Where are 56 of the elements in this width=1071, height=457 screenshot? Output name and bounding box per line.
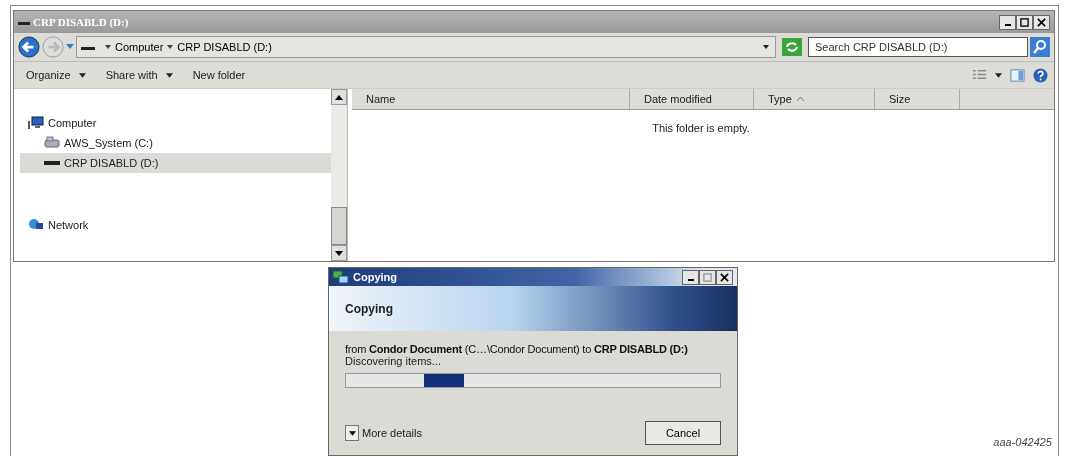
toolbar-button[interactable]: Organize <box>20 67 92 83</box>
drive-icon <box>44 161 60 165</box>
minimize-button[interactable] <box>999 14 1016 30</box>
more-details-button[interactable]: More details <box>345 425 422 441</box>
scroll-thumb[interactable] <box>331 207 347 245</box>
copy-description: from Condor Document (C…\Condor Document) to CRP DISABLD (D:) <box>345 343 689 355</box>
caret-icon <box>105 44 111 50</box>
caret-icon[interactable] <box>995 72 1002 78</box>
breadcrumb-item[interactable]: CRP DISABLD (D:) <box>177 41 272 53</box>
cancel-button[interactable]: Cancel <box>645 421 721 445</box>
caret-icon <box>78 72 86 78</box>
maximize-icon <box>703 272 712 282</box>
search-field[interactable]: Search CRP DISABLD (D:) <box>808 37 1028 57</box>
network-icon <box>28 218 44 232</box>
down-arrow-icon[interactable] <box>335 250 343 256</box>
caret-icon <box>348 430 356 436</box>
empty-message: This folder is empty. <box>652 122 750 134</box>
close-button[interactable] <box>1033 14 1050 30</box>
toolbar-button[interactable]: New folder <box>186 67 252 83</box>
scrollbar[interactable] <box>331 89 347 261</box>
nav-item[interactable]: CRP DISABLD (D:) <box>20 153 331 173</box>
minimize-icon <box>1004 23 1011 26</box>
nav-item[interactable]: Network <box>20 215 331 235</box>
close-button[interactable] <box>716 269 733 285</box>
minimize-button[interactable] <box>682 269 699 285</box>
column-header[interactable]: Type <box>754 89 875 109</box>
column-header[interactable]: Name <box>352 89 630 109</box>
column-header[interactable]: Date modified <box>630 89 754 109</box>
close-icon <box>720 272 729 282</box>
maximize-icon <box>1020 17 1029 27</box>
search-icon[interactable] <box>1030 37 1050 57</box>
maximize-button[interactable] <box>1016 14 1033 30</box>
caret-icon[interactable] <box>763 44 769 50</box>
caret-icon <box>165 72 173 78</box>
window-title: CRP DISABLD (D:) <box>33 16 129 28</box>
address-bar[interactable]: Computer CRP DISABLD (D:) <box>76 36 776 58</box>
help-icon[interactable] <box>1033 67 1048 83</box>
up-arrow-icon[interactable] <box>335 94 343 100</box>
close-icon <box>1037 17 1046 27</box>
status-text: Discovering items... <box>345 355 442 367</box>
copy-icon <box>333 270 349 284</box>
figure-label: aaa-042425 <box>993 436 1052 448</box>
toolbar-button[interactable]: Share with <box>99 67 179 83</box>
breadcrumb-item[interactable]: Computer <box>115 41 164 53</box>
refresh-icon[interactable] <box>782 38 802 56</box>
nav-item[interactable]: Computer <box>20 113 331 133</box>
dialog-heading: Copying <box>345 301 393 316</box>
minimize-icon <box>687 278 694 281</box>
caret-icon <box>167 44 174 50</box>
nav-item[interactable]: AWS_System (C:) <box>20 133 331 153</box>
dialog-title: Copying <box>353 271 397 283</box>
back-icon[interactable] <box>18 36 40 58</box>
column-header[interactable]: Size <box>875 89 960 109</box>
computer-icon <box>28 116 44 130</box>
hard-drive-icon <box>44 136 60 150</box>
maximize-button[interactable] <box>699 269 716 285</box>
